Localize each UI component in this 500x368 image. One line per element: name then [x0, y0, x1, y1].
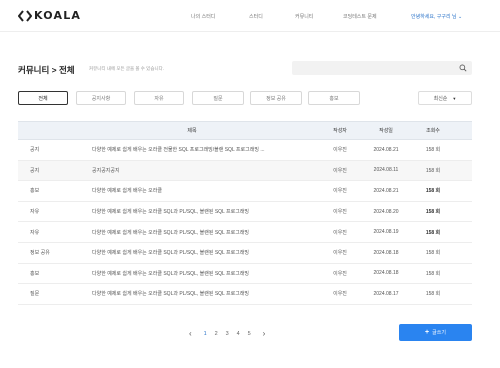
tab-all[interactable]: 전체 — [18, 91, 68, 105]
row-author: 이우진 — [333, 229, 347, 236]
row-views: 158 회 — [425, 188, 441, 195]
row-author: 이우진 — [333, 250, 347, 257]
page-5[interactable]: 5 — [244, 331, 255, 337]
chevron-down-icon: ⌄ — [457, 14, 463, 20]
table-row[interactable]: 공지 공지공지공지 이우진 2024.08.11 158 회 — [18, 160, 472, 182]
header-date: 작성일 — [379, 128, 393, 134]
nav-community[interactable]: 커뮤니티 — [295, 13, 313, 20]
plus-icon: + — [425, 329, 430, 336]
header-title: 제목 — [187, 128, 197, 134]
sort-label: 최신순 — [433, 95, 448, 102]
row-views: 158 회 — [425, 167, 441, 174]
row-category: 질문 — [30, 291, 40, 298]
page-2[interactable]: 2 — [211, 331, 222, 337]
tab-question[interactable]: 질문 — [192, 91, 244, 105]
table-row[interactable]: 자유 다양한 예제로 쉽게 배우는 오라클 SQL과 PL/SQL, 블랜된 S… — [18, 202, 472, 223]
caret-down-icon: ▼ — [452, 95, 457, 101]
top-header: KOALA 나의 스터디 스터디 커뮤니티 코딩테스트 문제 안녕하세요, 구구… — [0, 0, 500, 32]
row-author: 이우진 — [333, 270, 347, 277]
write-button-label: 글쓰기 — [432, 330, 446, 336]
row-date: 2024.08.21 — [373, 146, 399, 153]
chevron-right-icon[interactable]: › — [263, 329, 266, 338]
search-box[interactable] — [292, 61, 472, 75]
row-date: 2024.08.17 — [373, 290, 399, 297]
search-icon[interactable] — [459, 64, 467, 72]
row-date: 2024.08.11 — [373, 167, 399, 174]
row-views: 158 회 — [425, 209, 441, 216]
row-title[interactable]: 다양한 예제로 쉽게 배우는 오라클 SQL과 PL/SQL, 블랜된 SQL … — [92, 243, 327, 263]
row-date: 2024.08.18 — [373, 270, 399, 277]
row-title[interactable]: 다양한 예제로 쉽게 배우는 오라클 — [92, 181, 327, 201]
header-author: 작성자 — [333, 128, 347, 134]
row-title[interactable]: 다양한 예제로 쉽게 배우는 오라클 SQL과 PL/SQL, 블랜된 SQL … — [92, 284, 327, 304]
row-views: 158 회 — [425, 270, 441, 277]
tab-promotion[interactable]: 홍보 — [308, 91, 360, 105]
row-author: 이우진 — [333, 209, 347, 216]
table-row[interactable]: 홍보 다양한 예제로 쉽게 배우는 오라클 이우진 2024.08.21 158… — [18, 181, 472, 202]
row-views: 158 회 — [425, 147, 441, 154]
row-author: 이우진 — [333, 291, 347, 298]
page-4[interactable]: 4 — [233, 331, 244, 337]
table-row[interactable]: 자유 다양한 예제로 쉽게 배우는 오라클 SQL과 PL/SQL, 블랜된 S… — [18, 222, 472, 243]
header-views: 조회수 — [426, 128, 440, 134]
row-title[interactable]: 공지공지공지 — [92, 161, 327, 181]
nav-my-study[interactable]: 나의 스터디 — [191, 13, 215, 20]
page-description: 커뮤니티 내에 모든 글을 볼 수 있습니다. — [89, 66, 164, 71]
row-date: 2024.08.19 — [373, 229, 399, 236]
row-category: 자유 — [30, 209, 40, 216]
pagination: ‹ 1 2 3 4 5 › — [189, 329, 265, 338]
write-post-button[interactable]: + 글쓰기 — [399, 324, 472, 341]
table-header: 제목 작성자 작성일 조회수 — [18, 121, 472, 140]
row-author: 이우진 — [333, 147, 347, 154]
row-title[interactable]: 다양한 예제로 쉽게 배우는 오라클 SQL과 PL/SQL, 블랜된 SQL … — [92, 222, 327, 242]
nav-coding-test[interactable]: 코딩테스트 문제 — [343, 13, 377, 20]
page-title: 커뮤니티 > 전체 — [18, 65, 75, 75]
sort-dropdown[interactable]: 최신순 ▼ — [418, 91, 472, 105]
row-category: 공지 — [30, 147, 40, 154]
koala-logo-icon — [18, 10, 32, 22]
post-table: 제목 작성자 작성일 조회수 공지 다양한 예제로 쉽게 배우는 오라클 전물한… — [18, 121, 472, 305]
row-views: 158 회 — [425, 291, 441, 298]
row-category: 홍보 — [30, 270, 40, 277]
table-row[interactable]: 공지 다양한 예제로 쉽게 배우는 오라클 전물한 SQL 프로그래밍/블랜 S… — [18, 140, 472, 161]
chevron-left-icon[interactable]: ‹ — [189, 329, 192, 338]
row-views: 158 회 — [425, 229, 441, 236]
row-date: 2024.08.18 — [373, 249, 399, 256]
row-title[interactable]: 다양한 예제로 쉽게 배우는 오라클 전물한 SQL 프로그래밍/블랜 SQL … — [92, 140, 327, 160]
nav-study[interactable]: 스터디 — [249, 13, 263, 20]
logo-text: KOALA — [34, 9, 82, 22]
user-greeting: 안녕하세요, 구구리 님 — [411, 14, 457, 20]
tab-free[interactable]: 자유 — [134, 91, 184, 105]
row-author: 이우진 — [333, 188, 347, 195]
page-3[interactable]: 3 — [222, 331, 233, 337]
table-row[interactable]: 홍보 다양한 예제로 쉽게 배우는 오라클 SQL과 PL/SQL, 블랜된 S… — [18, 264, 472, 285]
row-category: 정보 공유 — [30, 250, 50, 257]
row-views: 158 회 — [425, 250, 441, 257]
row-title[interactable]: 다양한 예제로 쉽게 배우는 오라클 SQL과 PL/SQL, 블랜된 SQL … — [92, 202, 327, 222]
row-author: 이우진 — [333, 167, 347, 174]
row-category: 공지 — [30, 167, 40, 174]
row-date: 2024.08.20 — [373, 208, 399, 215]
tab-notice[interactable]: 공지사항 — [76, 91, 126, 105]
page-1[interactable]: 1 — [200, 331, 211, 337]
search-input[interactable] — [292, 61, 452, 75]
row-category: 홍보 — [30, 188, 40, 195]
table-row[interactable]: 정보 공유 다양한 예제로 쉽게 배우는 오라클 SQL과 PL/SQL, 블랜… — [18, 243, 472, 264]
table-row[interactable]: 질문 다양한 예제로 쉽게 배우는 오라클 SQL과 PL/SQL, 블랜된 S… — [18, 284, 472, 305]
koala-logo[interactable]: KOALA — [18, 10, 81, 22]
row-category: 자유 — [30, 229, 40, 236]
tab-info-share[interactable]: 정보 공유 — [250, 91, 302, 105]
row-title[interactable]: 다양한 예제로 쉽게 배우는 오라클 SQL과 PL/SQL, 블랜된 SQL … — [92, 264, 327, 284]
row-date: 2024.08.21 — [373, 187, 399, 194]
user-menu[interactable]: 안녕하세요, 구구리 님 ⌄ — [411, 13, 462, 20]
